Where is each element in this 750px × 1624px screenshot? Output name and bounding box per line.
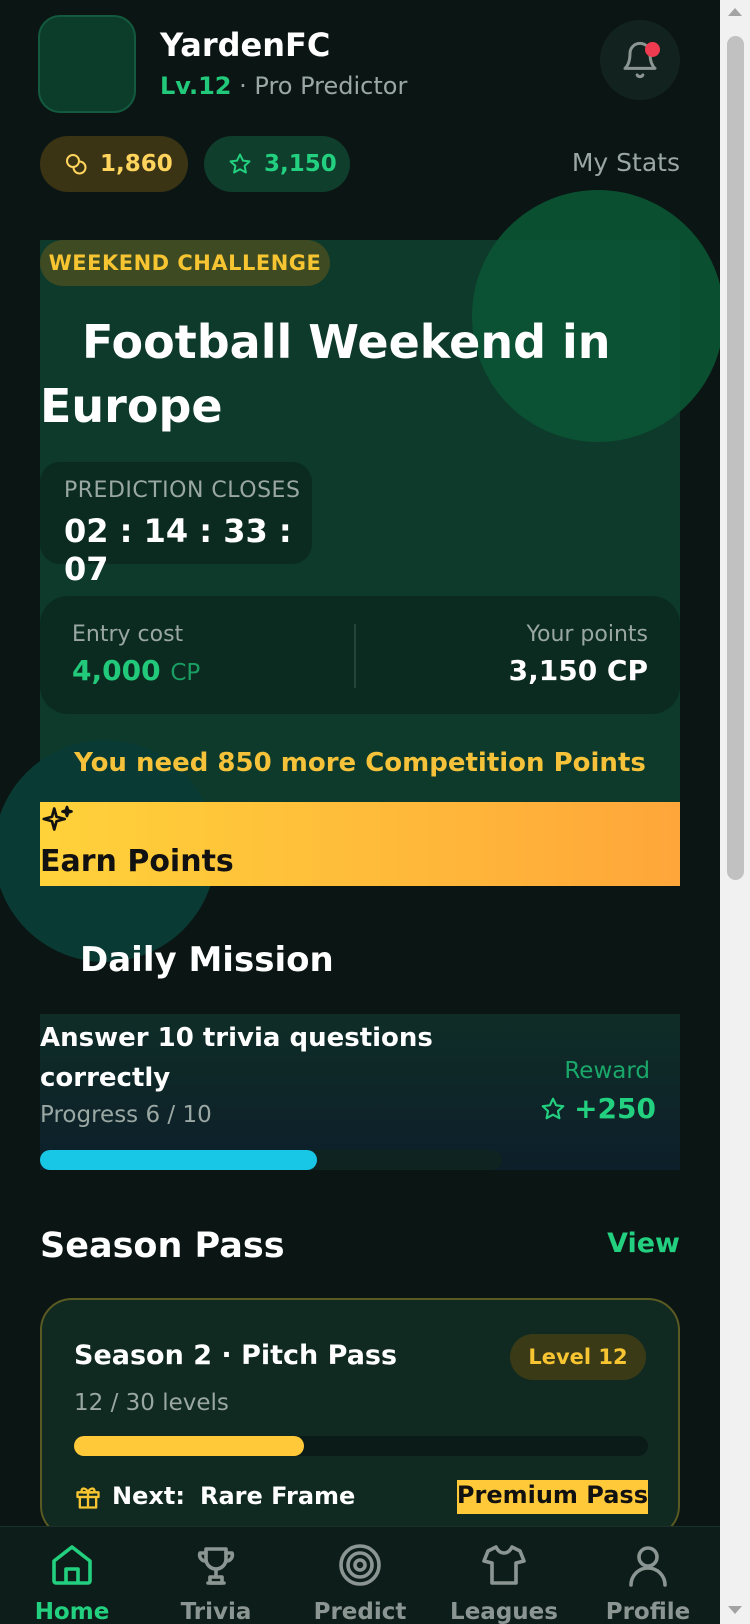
nav-label-trivia: Trivia <box>180 1599 252 1624</box>
nav-label-leagues: Leagues <box>450 1599 558 1624</box>
countdown-timer: 02 : 14 : 33 : 07 <box>64 512 292 588</box>
premium-pass-button[interactable]: Premium Pass <box>456 1480 648 1514</box>
next-reward-row: Next: Rare Frame Premium Pass <box>74 1480 648 1514</box>
season-pass-title: Season Pass <box>40 1226 285 1266</box>
avatar[interactable] <box>38 15 136 113</box>
season-levels-text: 12 / 30 levels <box>74 1390 229 1416</box>
notifications-button[interactable] <box>600 20 680 100</box>
scrollbar-thumb[interactable] <box>727 36 744 880</box>
nav-item-trivia[interactable]: Trivia <box>144 1527 288 1624</box>
divider <box>354 624 356 688</box>
home-icon <box>52 1545 92 1585</box>
reward-label: Reward <box>564 1058 650 1084</box>
entry-cost-value: 4,000 CP <box>72 654 200 687</box>
countdown-label: PREDICTION CLOSES <box>64 478 301 503</box>
username: YardenFC <box>160 26 331 64</box>
your-points-value: 3,150 CP <box>508 654 648 687</box>
stars-value: 3,150 <box>264 151 337 177</box>
gift-icon <box>76 1487 100 1509</box>
reward-value: +250 <box>540 1092 656 1125</box>
notification-dot <box>645 42 660 57</box>
star-icon <box>541 1097 565 1119</box>
nav-item-leagues[interactable]: Leagues <box>432 1527 576 1624</box>
user-icon <box>629 1546 667 1587</box>
countdown-box: PREDICTION CLOSES 02 : 14 : 33 : 07 <box>40 462 312 588</box>
points-needed-text: You need 850 more Competition Points <box>74 748 646 778</box>
nav-item-predict[interactable]: Predict <box>288 1527 432 1624</box>
your-points-label: Your points <box>526 622 648 647</box>
season-pass-name: Season 2 · Pitch Pass <box>74 1340 398 1371</box>
app-screen: YardenFC Lv.12 · Pro Predictor 1,860 3,1… <box>0 0 720 1624</box>
sparkles-icon <box>42 805 73 831</box>
entry-cost-label: Entry cost <box>72 622 184 647</box>
scroll-up-arrow[interactable] <box>728 8 742 16</box>
coins-pill[interactable]: 1,860 <box>40 136 188 192</box>
earn-points-label: Earn Points <box>40 844 234 879</box>
scrollbar[interactable] <box>720 0 750 1624</box>
next-reward-label: Next: <box>112 1482 185 1510</box>
entry-cost-amount: 4,000 <box>72 654 161 687</box>
season-progress-fill <box>74 1436 304 1456</box>
trophy-icon <box>197 1547 235 1585</box>
season-pass-card[interactable]: Season 2 · Pitch Pass Level 12 12 / 30 l… <box>40 1298 680 1538</box>
nav-label-home: Home <box>34 1599 110 1624</box>
daily-mission-title: Daily Mission <box>80 940 334 980</box>
season-pass-view-link[interactable]: View <box>607 1228 680 1259</box>
level-line: Lv.12 · Pro Predictor <box>160 72 407 100</box>
my-stats-link[interactable]: My Stats <box>572 148 680 177</box>
shirt-icon <box>482 1545 526 1585</box>
scroll-down-arrow[interactable] <box>728 1606 742 1614</box>
reward-amount: +250 <box>574 1092 656 1125</box>
nav-label-predict: Predict <box>313 1599 407 1624</box>
stars-pill[interactable]: 3,150 <box>204 136 350 192</box>
star-icon <box>229 153 251 174</box>
target-icon <box>339 1544 381 1586</box>
challenge-tag: WEEKEND CHALLENGE <box>40 240 330 286</box>
nav-item-home[interactable]: Home <box>0 1527 144 1624</box>
mission-description: Answer 10 trivia questions correctly <box>40 1023 433 1093</box>
coins-icon <box>66 154 87 175</box>
user-level: Lv.12 <box>160 72 232 100</box>
nav-item-profile[interactable]: Profile <box>576 1527 720 1624</box>
season-progress-bar <box>74 1436 648 1456</box>
bottom-nav: Home Trivia Predict Leagues Profile <box>0 1526 720 1624</box>
coins-value: 1,860 <box>100 151 173 177</box>
nav-label-profile: Profile <box>605 1599 691 1624</box>
mission-progress-bar <box>40 1150 502 1170</box>
mission-progress-label: Progress 6 / 10 <box>40 1102 212 1128</box>
earn-points-button[interactable]: Earn Points <box>40 802 680 886</box>
next-reward-item: Rare Frame <box>200 1482 356 1510</box>
entry-cost-unit: CP <box>170 660 201 686</box>
mission-progress-fill <box>40 1150 318 1170</box>
challenge-title: Football Weekend in Europe <box>40 315 611 433</box>
daily-mission-card[interactable]: Answer 10 trivia questions correctly Pro… <box>40 1014 680 1170</box>
user-title: · Pro Predictor <box>239 72 408 100</box>
season-level-badge: Level 12 <box>510 1334 646 1380</box>
entry-cost-box: Entry cost 4,000 CP Your points 3,150 CP <box>40 596 680 714</box>
